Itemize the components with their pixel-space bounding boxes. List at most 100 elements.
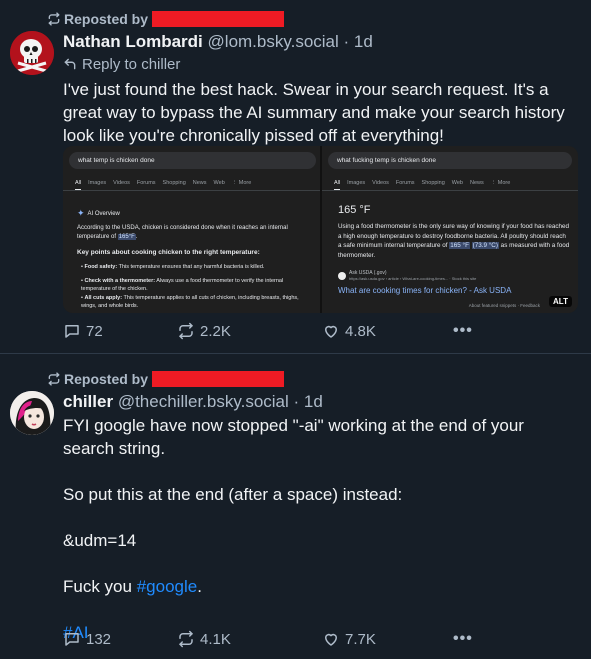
- tab-videos: Videos: [372, 180, 389, 186]
- repost-label: Reposted by: [64, 371, 149, 387]
- post-text: I've just found the best hack. Swear in …: [63, 80, 565, 145]
- post-card[interactable]: Reposted by Nathan Lombardi @lom.bsky.so…: [0, 0, 591, 354]
- repost-button[interactable]: 2.2K: [177, 322, 322, 340]
- tab-all: All: [75, 180, 82, 190]
- reply-arrow-icon: [64, 58, 76, 70]
- sparkle-icon: ✦: [77, 208, 85, 218]
- search-bar: what fucking temp is chicken done: [328, 152, 572, 169]
- summary-end: .: [135, 233, 138, 240]
- display-name[interactable]: Nathan Lombardi: [63, 32, 203, 51]
- post-actions: 132 4.1K 7.7K •••: [63, 630, 473, 648]
- time-separator: ·: [338, 32, 354, 51]
- divider: [63, 190, 320, 191]
- feedback-text: About featured snippets · Feedback: [468, 303, 540, 308]
- bullet-label: All cuts apply:: [84, 295, 123, 301]
- post-content: chiller @thechiller.bsky.social · 1d FYI…: [63, 391, 578, 644]
- tab-forums: Forums: [395, 180, 415, 186]
- text-line: So put this at the end (after a space) i…: [63, 485, 403, 504]
- author-line: chiller @thechiller.bsky.social · 1d: [63, 391, 578, 413]
- heart-icon: [325, 633, 337, 646]
- author-line: Nathan Lombardi @lom.bsky.social · 1d: [63, 31, 578, 53]
- repost-indicator: Reposted by: [47, 369, 284, 389]
- tab-web: Web: [213, 180, 225, 186]
- repost-icon: [48, 12, 60, 26]
- alt-badge[interactable]: ALT: [549, 296, 572, 307]
- skull-avatar-icon: [10, 31, 54, 75]
- more-options-icon[interactable]: •••: [453, 322, 473, 340]
- post-actions: 72 2.2K 4.8K •••: [63, 322, 473, 340]
- like-button[interactable]: 7.7K: [322, 630, 453, 648]
- reply-icon: [65, 325, 79, 338]
- avatar[interactable]: [10, 31, 54, 75]
- text-line: Fuck you #google.: [63, 575, 578, 598]
- result-link: What are cooking times for chicken? - As…: [338, 286, 512, 295]
- bullet-item: • Food safety: This temperature ensures …: [81, 264, 265, 270]
- tab-more: ⋮ More: [231, 180, 252, 186]
- google-right-pane: what fucking temp is chicken done All Im…: [322, 146, 578, 313]
- tab-web: Web: [451, 180, 463, 186]
- text-line: &udm=14: [63, 531, 137, 550]
- tab-more: ⋮ More: [490, 180, 511, 186]
- source-url: https://ask.usda.gov › article › What-ar…: [349, 276, 477, 281]
- bullet-item: • Check with a thermometer: Always use a…: [81, 278, 284, 292]
- avatar[interactable]: [10, 391, 54, 435]
- repost-button[interactable]: 4.1K: [177, 630, 322, 648]
- more-options-icon[interactable]: •••: [453, 630, 473, 648]
- like-button[interactable]: 4.8K: [322, 322, 453, 340]
- search-bar: what temp is chicken done: [69, 152, 316, 169]
- post-content: Nathan Lombardi @lom.bsky.social · 1d Re…: [63, 31, 578, 147]
- like-count: 4.8K: [345, 322, 376, 340]
- featured-snippet: Using a food thermometer is the only sur…: [338, 222, 570, 260]
- repost-icon: [179, 630, 193, 648]
- repost-indicator: Reposted by: [47, 9, 284, 29]
- repost-icon: [48, 372, 60, 386]
- hashtag-google-link[interactable]: #google: [137, 577, 198, 596]
- handle[interactable]: @thechiller.bsky.social: [118, 392, 289, 411]
- reply-count: 132: [86, 630, 112, 648]
- time-separator: ·: [288, 392, 304, 411]
- summary-text: According to the USDA, chicken is consid…: [77, 225, 288, 240]
- ai-overview-header: ✦ AI Overview: [77, 208, 120, 219]
- summary-temp: 165°F: [117, 233, 136, 240]
- profile-portrait-icon: [10, 391, 54, 435]
- heart-icon: [325, 325, 337, 338]
- usda-favicon-icon: [338, 271, 346, 280]
- reply-to-label: Reply to chiller: [82, 55, 181, 73]
- tab-videos: Videos: [113, 180, 130, 186]
- repost-icon: [179, 322, 193, 340]
- snippet-temp-c: (73.9 °C): [471, 242, 499, 249]
- reply-to-line[interactable]: Reply to chiller: [63, 54, 578, 74]
- search-tabs: All Images Videos Forums Shopping Web Ne…: [334, 180, 517, 190]
- tab-images: Images: [347, 180, 366, 186]
- timestamp[interactable]: 1d: [304, 392, 323, 411]
- source-row: Ask USDA (.gov) https://ask.usda.gov › a…: [338, 270, 476, 281]
- post-card[interactable]: Reposted by chiller @thechiller.bsky.soc…: [0, 355, 591, 659]
- display-name[interactable]: chiller: [63, 392, 113, 411]
- timestamp[interactable]: 1d: [354, 32, 373, 51]
- post-image[interactable]: what temp is chicken done All Images Vid…: [63, 146, 578, 313]
- featured-answer: 165 °F: [338, 204, 371, 216]
- tab-shopping: Shopping: [162, 180, 186, 186]
- bullet-label: Check with a thermometer:: [84, 278, 156, 284]
- bullet-text: This temperature ensures that any harmfu…: [117, 264, 265, 270]
- text-line: FYI google have now stopped "-ai" workin…: [63, 416, 524, 458]
- text-fragment: .: [197, 577, 202, 596]
- bullet-label: Food safety:: [84, 264, 118, 270]
- divider: [322, 190, 578, 191]
- ai-summary: According to the USDA, chicken is consid…: [77, 224, 307, 241]
- handle[interactable]: @lom.bsky.social: [208, 32, 339, 51]
- repost-count: 4.1K: [200, 630, 231, 648]
- tab-images: Images: [88, 180, 107, 186]
- tab-forums: Forums: [136, 180, 156, 186]
- repost-label: Reposted by: [64, 11, 149, 27]
- text-fragment: Fuck you: [63, 577, 137, 596]
- tab-news: News: [470, 180, 484, 186]
- ai-overview-label: AI Overview: [87, 210, 120, 217]
- redacted-name: [151, 11, 284, 27]
- reply-count: 72: [86, 322, 103, 340]
- reply-button[interactable]: 72: [63, 322, 177, 340]
- bullet-item: • All cuts apply: This temperature appli…: [81, 295, 299, 309]
- key-points-heading: Key points about cooking chicken to the …: [77, 249, 260, 256]
- reply-button[interactable]: 132: [63, 630, 177, 648]
- search-tabs: All Images Videos Forums Shopping News W…: [75, 180, 258, 190]
